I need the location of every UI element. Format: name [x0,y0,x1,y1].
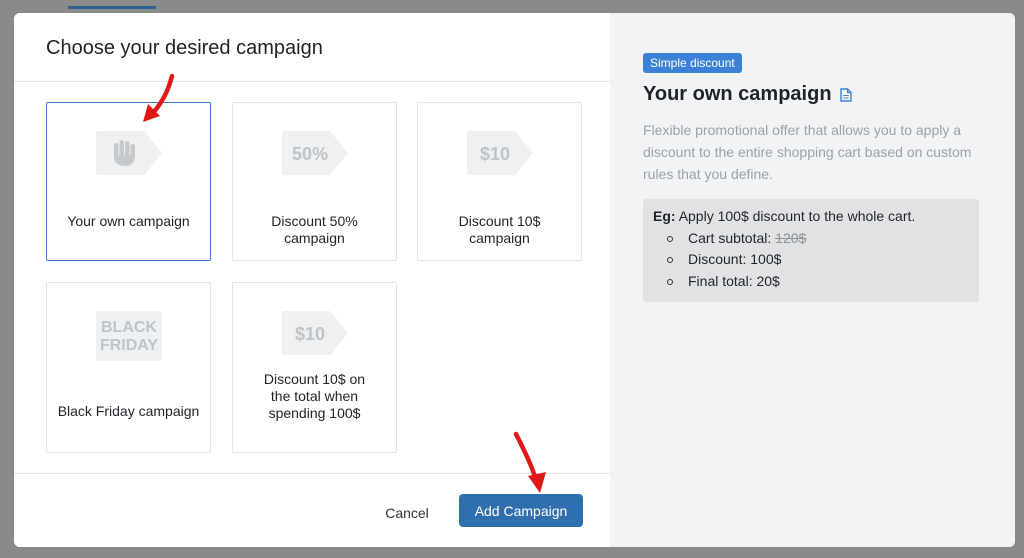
example-list: Cart subtotal: 120$ Discount: 100$ Final… [653,228,969,293]
campaign-card-own[interactable]: Your own campaign [46,102,211,261]
hand-icon [95,131,162,175]
campaign-chooser-panel: Choose your desired campaign Your own ca… [14,13,610,547]
price-tag-icon: $10 [466,131,533,175]
example-text: Apply 100$ discount to the whole cart. [678,208,916,224]
campaign-card-discount-10-over-100[interactable]: $10 Discount 10$ on the total when spend… [232,282,397,453]
example-item-value: 20$ [756,272,780,289]
example-box: Eg: Apply 100$ discount to the whole car… [643,199,979,302]
campaign-card-discount-10[interactable]: $10 Discount 10$ campaign [417,102,582,261]
campaign-card-label: Discount 50% campaign [271,213,358,246]
detail-heading-row: Your own campaign [643,83,983,106]
example-item: Discount: 100$ [667,249,969,271]
example-line: Eg: Apply 100$ discount to the whole car… [653,206,969,228]
example-item: Cart subtotal: 120$ [667,228,969,250]
example-item-value: 100$ [750,251,782,267]
detail-heading: Your own campaign [643,83,832,105]
campaign-card-label: Discount 10$ on the total when spending … [263,371,366,421]
black-friday-tag-icon: BLACK FRIDAY [95,311,162,361]
campaign-card-label: Discount 10$ campaign [458,213,541,246]
tag-text: 50% [291,144,327,164]
example-item: Final total: 20$ [667,271,969,293]
detail-description: Flexible promotional offer that allows y… [643,122,972,182]
svg-text:FRIDAY: FRIDAY [99,337,157,354]
cancel-button[interactable]: Cancel [374,501,440,525]
campaign-card-discount-50[interactable]: 50% Discount 50% campaign [232,102,397,261]
campaign-card-label: Black Friday campaign [57,403,200,419]
example-item-value: 120$ [775,229,807,246]
campaign-modal: Choose your desired campaign Your own ca… [14,13,1015,547]
modal-title: Choose your desired campaign [46,37,323,59]
tag-text: $10 [479,144,509,164]
title-divider [14,81,610,82]
document-icon[interactable] [839,87,852,102]
campaign-card-label: Your own campaign [67,213,190,229]
example-label: Eg: [653,208,676,224]
campaign-card-black-friday[interactable]: BLACK FRIDAY Black Friday campaign [46,282,211,453]
price-tag-icon: $10 [281,311,348,355]
example-item-label: Final total: [688,272,757,289]
campaign-type-badge: Simple discount [643,53,742,73]
campaign-detail-panel: Simple discount Your own campaign Flexib… [610,13,1015,547]
svg-text:BLACK: BLACK [101,319,157,336]
example-item-label: Discount: [688,251,751,267]
add-campaign-button[interactable]: Add Campaign [459,494,583,527]
background-tab-indicator [68,6,156,9]
example-item-label: Cart subtotal: [688,229,776,246]
footer-divider [14,473,610,474]
tag-text: $10 [294,324,324,344]
percent-tag-icon: 50% [281,131,348,175]
